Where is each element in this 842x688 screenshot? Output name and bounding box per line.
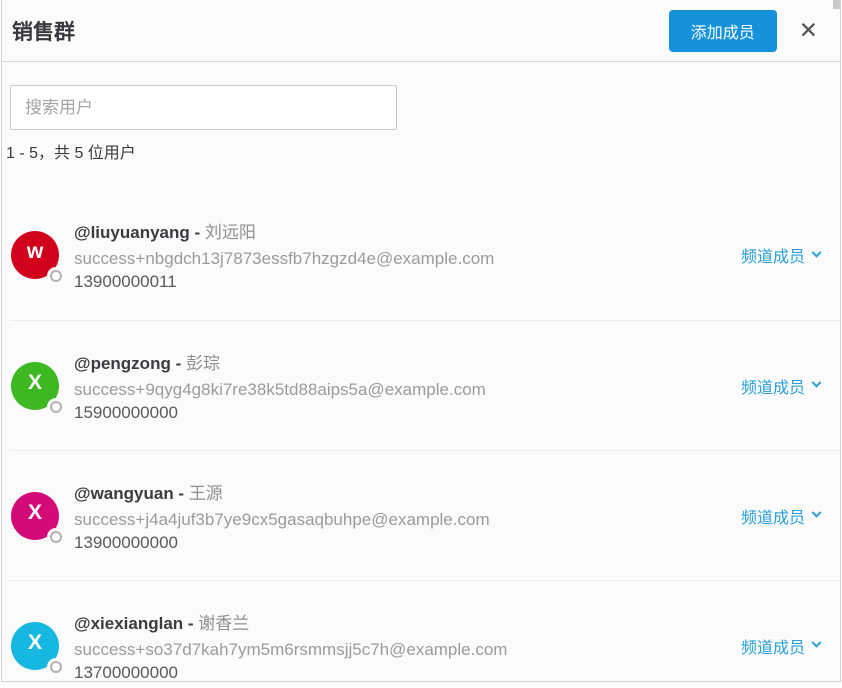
avatar: w: [11, 231, 62, 282]
chevron-down-icon: [811, 247, 822, 258]
chevron-down-icon: [811, 377, 822, 388]
avatar-letter: X: [27, 630, 43, 654]
chevron-down-icon: [811, 507, 822, 518]
avatar: X: [11, 621, 62, 673]
avatar: X: [11, 361, 62, 413]
user-phone: 13900000011: [74, 272, 177, 291]
dialog-body: 1 - 5，共 5 位用户 w @liuyuanyang - 刘远阳 succe…: [2, 85, 840, 682]
user-info: @xiexianglan - 谢香兰 success+so37d7kah7ym5…: [74, 609, 741, 682]
user-phone: 15900000000: [74, 402, 179, 422]
name-separator: -: [183, 613, 199, 633]
name-separator: -: [170, 353, 186, 373]
role-label: 频道成员: [740, 249, 805, 266]
status-offline-icon: [50, 660, 62, 673]
username: @liuyuanyang: [74, 223, 190, 242]
user-phone: 13900000000: [74, 532, 179, 552]
user-name-line: @pengzong - 彭琮: [74, 349, 741, 374]
user-row: X @pengzong - 彭琮 success+9qyg4g8ki7re38k…: [10, 320, 840, 450]
full-name: 谢香兰: [198, 613, 250, 633]
full-name: 彭琮: [185, 353, 220, 373]
role-dropdown[interactable]: 频道成员: [740, 243, 822, 267]
user-name-line: @xiexianglan - 谢香兰: [74, 609, 741, 634]
user-email: success+j4a4juf3b7ye9cx5gasaqbuhpe@examp…: [74, 509, 490, 529]
name-separator: -: [189, 223, 205, 242]
role-dropdown[interactable]: 频道成员: [740, 504, 822, 528]
role-dropdown[interactable]: 频道成员: [740, 634, 822, 658]
search-input[interactable]: [10, 85, 397, 130]
close-icon: ✕: [798, 17, 818, 43]
role-label: 频道成员: [740, 379, 805, 397]
user-count: 1 - 5，共 5 位用户: [6, 145, 136, 162]
user-name-line: @wangyuan - 王源: [74, 479, 741, 504]
avatar-letter: w: [26, 240, 44, 264]
name-separator: -: [173, 483, 189, 503]
user-info: @pengzong - 彭琮 success+9qyg4g8ki7re38k5t…: [74, 349, 741, 423]
user-list: w @liuyuanyang - 刘远阳 success+nbgdch13j78…: [10, 190, 840, 682]
channel-members-dialog: 销售群 添加成员 ✕ 1 - 5，共 5 位用户 w @liuyuanyang …: [1, 0, 841, 682]
user-name-line: @liuyuanyang - 刘远阳: [74, 218, 741, 243]
avatar-letter: X: [27, 500, 43, 524]
role-label: 频道成员: [740, 639, 805, 657]
status-offline-icon: [50, 530, 62, 543]
user-email: success+so37d7kah7ym5m6rsmmsjj5c7h@examp…: [74, 639, 508, 659]
username: @pengzong: [74, 353, 171, 373]
username: @wangyuan: [74, 483, 174, 503]
scrollbar-corner: [833, 0, 840, 9]
role-dropdown[interactable]: 频道成员: [740, 374, 822, 398]
user-phone: 13700000000: [74, 662, 179, 682]
chevron-down-icon: [811, 637, 822, 648]
page-title: 销售群: [12, 20, 75, 44]
status-offline-icon: [50, 270, 62, 282]
user-row: X @wangyuan - 王源 success+j4a4juf3b7ye9cx…: [10, 450, 840, 580]
close-button[interactable]: ✕: [791, 15, 826, 46]
dialog-header: 销售群 添加成员 ✕: [2, 0, 840, 62]
full-name: 王源: [188, 483, 223, 503]
avatar: X: [11, 491, 62, 543]
status-offline-icon: [50, 400, 62, 413]
user-email: success+9qyg4g8ki7re38k5td88aips5a@examp…: [74, 379, 486, 399]
add-members-button[interactable]: 添加成员: [668, 9, 777, 52]
user-email: success+nbgdch13j7873essfb7hzgzd4e@examp…: [74, 249, 495, 268]
user-row: w @liuyuanyang - 刘远阳 success+nbgdch13j78…: [10, 190, 840, 320]
role-label: 频道成员: [740, 509, 805, 527]
avatar-letter: X: [27, 370, 43, 394]
user-info: @wangyuan - 王源 success+j4a4juf3b7ye9cx5g…: [74, 479, 741, 553]
username: @xiexianglan: [74, 613, 184, 633]
user-row: X @xiexianglan - 谢香兰 success+so37d7kah7y…: [10, 580, 840, 682]
user-info: @liuyuanyang - 刘远阳 success+nbgdch13j7873…: [74, 218, 741, 292]
full-name: 刘远阳: [204, 223, 256, 242]
